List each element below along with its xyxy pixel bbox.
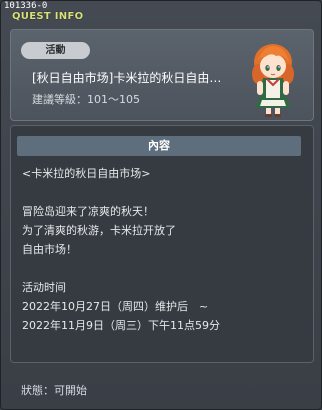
quest-header-panel: 活動 [秋日自由市场]卡米拉的秋日自由… 建議等級：101～105: [10, 29, 314, 121]
description-line: <卡米拉的秋日自由市场>: [22, 167, 151, 180]
content-section-title: 內容: [17, 136, 301, 156]
description-line: 2022年10月27日（周四）维护后 ~: [22, 300, 209, 313]
description-line: [22, 183, 292, 202]
description-line: [22, 259, 292, 278]
quest-status: 狀態：可開始: [21, 384, 87, 397]
event-badge: 活動: [21, 42, 90, 59]
description-line: 活动时间: [22, 281, 66, 294]
quest-description: <卡米拉的秋日自由市场> 冒险岛迎来了凉爽的秋天！ 为了清爽的秋游，卡米拉开放了 自由…: [22, 164, 292, 335]
npc-portrait-icon: [252, 44, 294, 117]
quest-name: [秋日自由市场]卡米拉的秋日自由…: [32, 71, 222, 85]
recommended-level: 建議等級：101～105: [32, 93, 140, 106]
description-line: 2022年11月9日（周三）下午11点59分: [22, 319, 220, 332]
description-line: 为了清爽的秋游，卡米拉开放了: [22, 224, 176, 237]
description-line: 自由市场！: [22, 243, 77, 256]
quest-info-window: 101336-0 QUEST INFO 活動 [秋日自由市场]卡米拉的秋日自由……: [0, 0, 322, 410]
description-line: 冒险岛迎来了凉爽的秋天！: [22, 205, 154, 218]
window-title: QUEST INFO: [12, 11, 84, 22]
